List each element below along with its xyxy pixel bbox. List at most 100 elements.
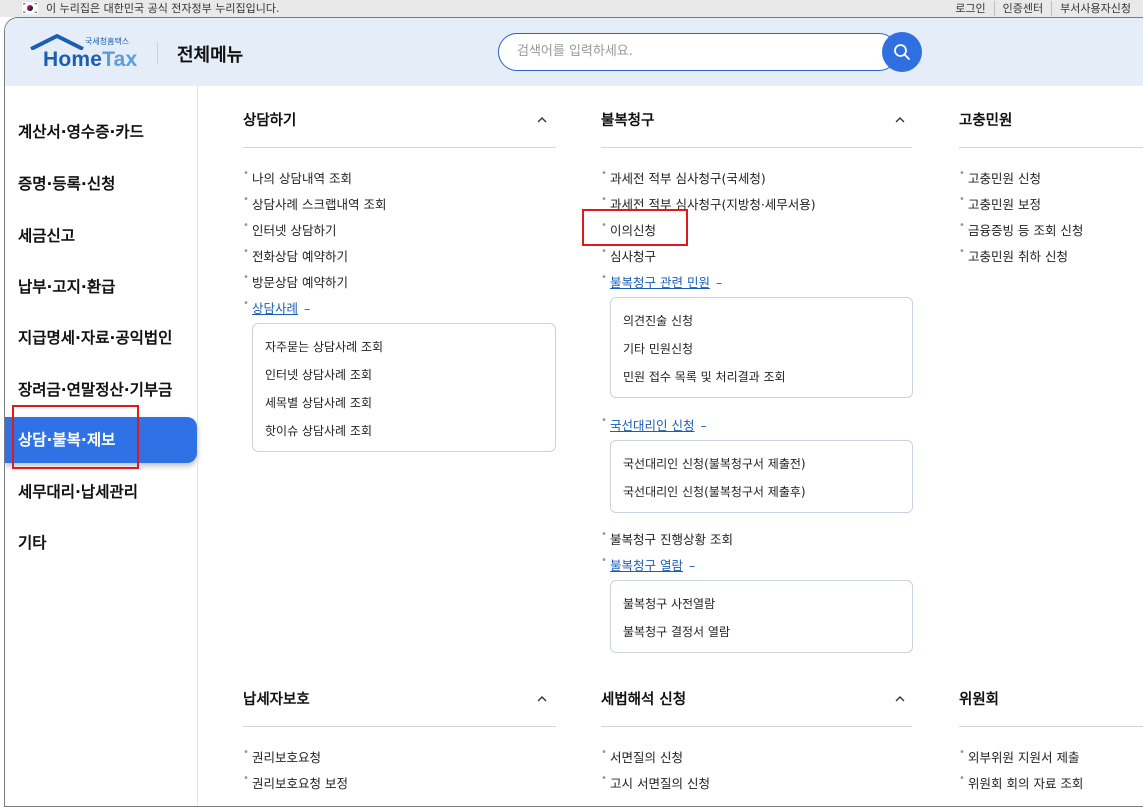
section-divider: [959, 147, 1143, 148]
chevron-up-icon[interactable]: [535, 692, 549, 706]
consult-link-internet[interactable]: • 인터넷 상담하기: [243, 220, 336, 239]
bullet-dot: •: [243, 168, 249, 179]
consult-link-my-history[interactable]: • 나의 상담내역 조회: [243, 168, 352, 187]
gov-banner: 이 누리집은 대한민국 공식 전자정부 누리집입니다. 로그인 인증센터 부서사…: [0, 0, 1143, 17]
section-title-committee: 위원회: [959, 692, 1000, 708]
consult-cases-toggle[interactable]: • 상담사례 –: [243, 298, 310, 317]
logo-subtitle: 국세청홈택스: [85, 37, 130, 46]
protection-link-amend[interactable]: • 권리보호요청 보정: [243, 773, 348, 792]
bullet-dot: •: [601, 415, 607, 426]
committee-link-application[interactable]: • 외부위원 지원서 제출: [959, 747, 1080, 766]
chevron-up-icon[interactable]: [893, 692, 907, 706]
bullet-dot: •: [243, 272, 249, 283]
protection-link-request[interactable]: • 권리보호요청: [243, 747, 321, 766]
sidebar-item-tax-agent[interactable]: 세무대리·납세관리: [5, 469, 197, 515]
grievance-link-finance-proof[interactable]: • 금융증빙 등 조회 신청: [959, 220, 1084, 239]
section-divider: [959, 726, 1143, 727]
link-label: 금융증빙 등 조회 신청: [968, 223, 1084, 238]
link-label: 외부위원 지원서 제출: [968, 750, 1080, 765]
search-input[interactable]: 검색어를 입력하세요.: [498, 33, 898, 71]
login-link[interactable]: 로그인: [947, 1, 993, 16]
menu-header: 국세청홈택스 HomeTax 전체메뉴 검색어를 입력하세요.: [5, 18, 1143, 86]
link-label: 국선대리인 신청: [610, 418, 695, 433]
korean-flag-icon: [22, 2, 38, 14]
bullet-dot: •: [959, 168, 965, 179]
collapse-dash-icon: –: [700, 418, 707, 433]
bullet-dot: •: [601, 168, 607, 179]
consult-link-scrap-history[interactable]: • 상담사례 스크랩내역 조회: [243, 194, 386, 213]
bullet-dot: •: [243, 194, 249, 205]
committee-link-meeting-data[interactable]: • 위원회 회의 자료 조회: [959, 773, 1084, 792]
bullet-dot: •: [601, 555, 607, 566]
logo-wordmark-tax: Tax: [102, 48, 138, 71]
bullet-dot: •: [601, 773, 607, 784]
sidebar-item-payment-statement[interactable]: 지급명세·자료·공익법인: [5, 315, 197, 361]
bullet-dot: •: [959, 194, 965, 205]
interpretation-link-written[interactable]: • 서면질의 신청: [601, 747, 683, 766]
logo-wordmark-home: Home: [43, 48, 103, 71]
sidebar-item-invoice-receipt-card[interactable]: 계산서·영수증·카드: [5, 109, 197, 155]
bullet-dot: •: [243, 298, 249, 309]
bullet-dot: •: [243, 747, 249, 758]
appeal-civil-toggle[interactable]: • 불복청구 관련 민원 –: [601, 272, 722, 291]
logo-wordmark: HomeTax: [43, 48, 137, 72]
grievance-link-apply[interactable]: • 고충민원 신청: [959, 168, 1041, 187]
consult-link-phone-reservation[interactable]: • 전화상담 예약하기: [243, 246, 348, 265]
grievance-link-withdraw[interactable]: • 고충민원 취하 신청: [959, 246, 1068, 265]
submenu-hotissue-cases[interactable]: 핫이슈 상담사례 조회: [265, 422, 372, 439]
chevron-up-icon[interactable]: [535, 113, 549, 127]
appeal-link-progress[interactable]: • 불복청구 진행상황 조회: [601, 529, 733, 548]
search-button[interactable]: [882, 32, 922, 72]
hometax-logo[interactable]: 국세청홈택스 HomeTax: [29, 34, 141, 74]
interpretation-link-notice-written[interactable]: • 고시 서면질의 신청: [601, 773, 710, 792]
sidebar-item-payment-refund[interactable]: 납부·고지·환급: [5, 264, 197, 310]
grievance-link-amend[interactable]: • 고충민원 보정: [959, 194, 1041, 213]
bullet-dot: •: [243, 773, 249, 784]
consult-link-visit-reservation[interactable]: • 방문상담 예약하기: [243, 272, 348, 291]
submenu-civil-receipt-list[interactable]: 민원 접수 목록 및 처리결과 조회: [623, 368, 786, 385]
search-icon: [894, 44, 910, 60]
link-label: 고충민원 취하 신청: [968, 249, 1068, 264]
submenu-public-agent-before[interactable]: 국선대리인 신청(불복청구서 제출전): [623, 455, 806, 472]
section-title-consult: 상담하기: [243, 113, 297, 129]
submenu-internet-cases[interactable]: 인터넷 상담사례 조회: [265, 366, 372, 383]
bullet-dot: •: [959, 246, 965, 257]
submenu-pre-viewing[interactable]: 불복청구 사전열람: [623, 595, 715, 612]
submenu-faq-cases[interactable]: 자주묻는 상담사례 조회: [265, 338, 383, 355]
submenu-taxitem-cases[interactable]: 세목별 상담사례 조회: [265, 394, 372, 411]
submenu-other-civil[interactable]: 기타 민원신청: [623, 340, 693, 357]
link-label: 위원회 회의 자료 조회: [968, 776, 1084, 791]
submenu-opinion-statement[interactable]: 의견진술 신청: [623, 312, 693, 329]
appeal-link-review-request[interactable]: • 심사청구: [601, 246, 657, 265]
top-links: 로그인 인증센터 부서사용자신청: [947, 1, 1139, 16]
public-agent-toggle[interactable]: • 국선대리인 신청 –: [601, 415, 707, 434]
link-label: 상담사례: [252, 301, 299, 316]
appeal-viewing-toggle[interactable]: • 불복청구 열람 –: [601, 555, 695, 574]
link-label: 나의 상담내역 조회: [252, 171, 352, 186]
sidebar-item-certificate-registration[interactable]: 증명·등록·신청: [5, 161, 197, 207]
link-label: 과세전 적부 심사청구(국세청): [610, 171, 766, 186]
sidebar-item-etc[interactable]: 기타: [5, 520, 197, 566]
section-title-protection: 납세자보호: [243, 692, 310, 708]
link-label: 심사청구: [610, 249, 657, 264]
link-label: 방문상담 예약하기: [252, 275, 348, 290]
section-divider: [243, 147, 556, 148]
link-label: 권리보호요청 보정: [252, 776, 348, 791]
bullet-dot: •: [243, 220, 249, 231]
bullet-dot: •: [601, 246, 607, 257]
sidebar-item-tax-return[interactable]: 세금신고: [5, 213, 197, 259]
submenu-decision-viewing[interactable]: 불복청구 결정서 열람: [623, 623, 730, 640]
appeal-link-pre-review-nts[interactable]: • 과세전 적부 심사청구(국세청): [601, 168, 766, 187]
bullet-dot: •: [601, 529, 607, 540]
highlight-box-objection: [582, 209, 688, 246]
search-bar: 검색어를 입력하세요.: [498, 32, 922, 73]
section-divider: [243, 726, 556, 727]
submenu-public-agent-after[interactable]: 국선대리인 신청(불복청구서 제출후): [623, 483, 806, 500]
link-label: 서면질의 신청: [610, 750, 683, 765]
cert-center-link[interactable]: 인증센터: [993, 1, 1051, 16]
section-title-grievance: 고충민원: [959, 113, 1013, 129]
chevron-up-icon[interactable]: [893, 113, 907, 127]
full-menu-panel: 국세청홈택스 HomeTax 전체메뉴 검색어를 입력하세요. 계산서·영수증·…: [4, 17, 1143, 807]
dept-user-request-link[interactable]: 부서사용자신청: [1051, 1, 1139, 16]
bullet-dot: •: [601, 272, 607, 283]
